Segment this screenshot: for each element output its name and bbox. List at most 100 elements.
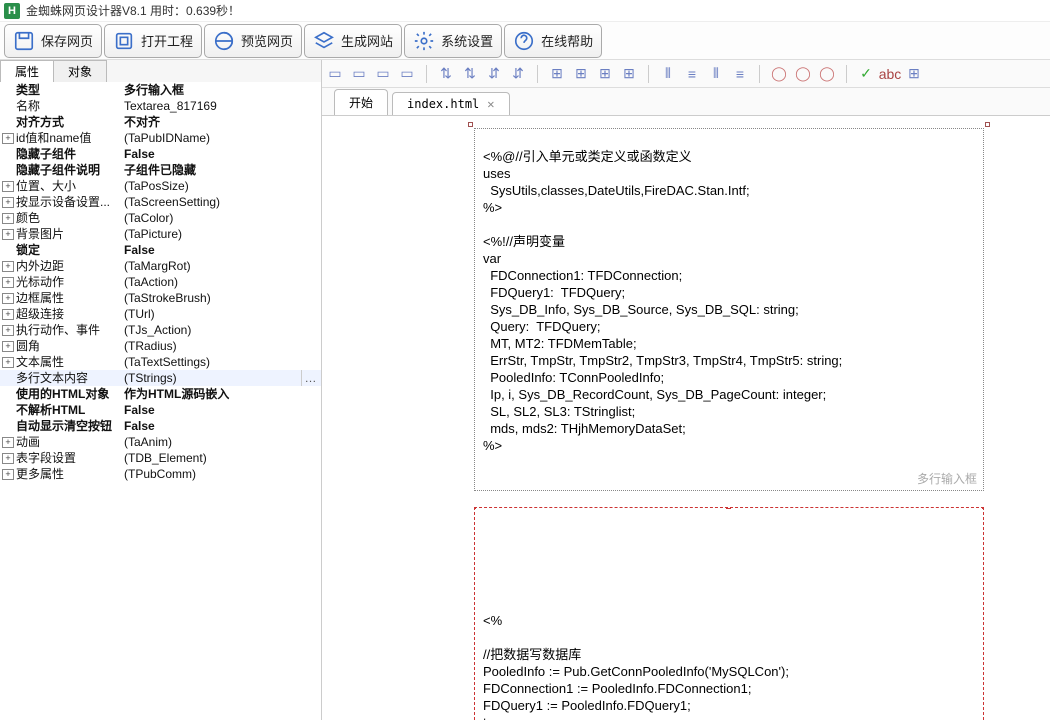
expand-icon[interactable]: + bbox=[2, 453, 14, 464]
tool-icon[interactable]: ◯ bbox=[794, 65, 812, 83]
expand-icon[interactable]: + bbox=[2, 357, 14, 368]
tool-icon[interactable]: ⊞ bbox=[548, 65, 566, 83]
property-value[interactable]: 作为HTML源码嵌入 bbox=[124, 386, 319, 402]
property-row[interactable]: +背景图片(TaPicture) bbox=[0, 226, 321, 242]
property-row[interactable]: +位置、大小(TaPosSize) bbox=[0, 178, 321, 194]
tab-objects[interactable]: 对象 bbox=[53, 60, 107, 82]
expand-icon[interactable]: + bbox=[2, 469, 14, 480]
tool-icon[interactable]: ◯ bbox=[770, 65, 788, 83]
property-row[interactable]: 名称Textarea_817169 bbox=[0, 98, 321, 114]
property-value[interactable]: (TaPosSize) bbox=[124, 178, 319, 194]
settings-button[interactable]: 系统设置 bbox=[404, 24, 502, 58]
expand-icon[interactable]: + bbox=[2, 293, 14, 304]
design-canvas[interactable]: <%@//引入单元或类定义或函数定义 uses SysUtils,classes… bbox=[322, 116, 1050, 720]
expand-icon[interactable]: + bbox=[2, 341, 14, 352]
resize-handle[interactable] bbox=[468, 122, 473, 127]
property-row[interactable]: +内外边距(TaMargRot) bbox=[0, 258, 321, 274]
property-value[interactable]: Textarea_817169 bbox=[124, 98, 319, 114]
property-row[interactable]: 对齐方式不对齐 bbox=[0, 114, 321, 130]
resize-handle[interactable] bbox=[985, 122, 990, 127]
expand-icon[interactable]: + bbox=[2, 197, 14, 208]
tool-icon[interactable]: ⊞ bbox=[620, 65, 638, 83]
property-grid[interactable]: 类型多行输入框名称Textarea_817169对齐方式不对齐+id值和name… bbox=[0, 82, 321, 720]
property-value[interactable]: False bbox=[124, 242, 319, 258]
close-icon[interactable]: ✕ bbox=[487, 97, 494, 111]
property-row[interactable]: +超级连接(TUrl) bbox=[0, 306, 321, 322]
tool-icon[interactable]: ⊞ bbox=[572, 65, 590, 83]
property-value[interactable]: 子组件已隐藏 bbox=[124, 162, 319, 178]
expand-icon[interactable]: + bbox=[2, 325, 14, 336]
property-value[interactable]: (TaPubIDName) bbox=[124, 130, 319, 146]
property-row[interactable]: +表字段设置(TDB_Element) bbox=[0, 450, 321, 466]
tool-icon[interactable]: ⇵ bbox=[485, 65, 503, 83]
property-row[interactable]: +执行动作、事件(TJs_Action) bbox=[0, 322, 321, 338]
tool-icon[interactable]: ⊞ bbox=[905, 65, 923, 83]
property-value[interactable]: 多行输入框 bbox=[124, 82, 319, 98]
property-row[interactable]: 隐藏子组件说明子组件已隐藏 bbox=[0, 162, 321, 178]
property-value[interactable]: (TPubComm) bbox=[124, 466, 319, 482]
property-row[interactable]: +id值和name值(TaPubIDName) bbox=[0, 130, 321, 146]
property-row[interactable]: 使用的HTML对象作为HTML源码嵌入 bbox=[0, 386, 321, 402]
property-value[interactable]: (TaAction) bbox=[124, 274, 319, 290]
property-value[interactable]: (TRadius) bbox=[124, 338, 319, 354]
property-value[interactable]: (TaScreenSetting) bbox=[124, 194, 319, 210]
property-value[interactable]: (TJs_Action) bbox=[124, 322, 319, 338]
save-page-button[interactable]: 保存网页 bbox=[4, 24, 102, 58]
open-project-button[interactable]: 打开工程 bbox=[104, 24, 202, 58]
resize-handle[interactable] bbox=[474, 507, 476, 509]
property-row[interactable]: +更多属性(TPubComm) bbox=[0, 466, 321, 482]
expand-icon[interactable]: + bbox=[2, 309, 14, 320]
property-value[interactable]: False bbox=[124, 418, 319, 434]
expand-icon[interactable]: + bbox=[2, 133, 14, 144]
property-value[interactable]: (TaColor) bbox=[124, 210, 319, 226]
textarea-component[interactable]: <%@//引入单元或类定义或函数定义 uses SysUtils,classes… bbox=[474, 128, 984, 491]
build-site-button[interactable]: 生成网站 bbox=[304, 24, 402, 58]
tool-icon[interactable]: ◯ bbox=[818, 65, 836, 83]
tool-icon[interactable]: ⇵ bbox=[509, 65, 527, 83]
property-row[interactable]: +按显示设备设置...(TaScreenSetting) bbox=[0, 194, 321, 210]
tool-icon[interactable]: ⫴ bbox=[659, 65, 677, 83]
expand-icon[interactable]: + bbox=[2, 261, 14, 272]
property-row[interactable]: 隐藏子组件False bbox=[0, 146, 321, 162]
tool-icon[interactable]: ▭ bbox=[374, 65, 392, 83]
property-row[interactable]: 多行文本内容(TStrings)… bbox=[0, 370, 321, 386]
tool-icon[interactable]: ▭ bbox=[398, 65, 416, 83]
tool-icon[interactable]: ⫴ bbox=[707, 65, 725, 83]
property-row[interactable]: +边框属性(TaStrokeBrush) bbox=[0, 290, 321, 306]
property-value[interactable]: (TDB_Element) bbox=[124, 450, 319, 466]
textarea-component-selected[interactable]: <% //把数据写数据库 PooledInfo := Pub.GetConnPo… bbox=[474, 507, 984, 720]
property-value[interactable]: False bbox=[124, 146, 319, 162]
property-row[interactable]: 自动显示清空按钮False bbox=[0, 418, 321, 434]
expand-icon[interactable]: + bbox=[2, 277, 14, 288]
tool-icon[interactable]: ≡ bbox=[731, 65, 749, 83]
property-value[interactable]: (TStrings) bbox=[124, 370, 301, 386]
expand-icon[interactable]: + bbox=[2, 229, 14, 240]
property-row[interactable]: +颜色(TaColor) bbox=[0, 210, 321, 226]
ellipsis-button[interactable]: … bbox=[301, 370, 319, 386]
tool-icon[interactable]: ⇅ bbox=[437, 65, 455, 83]
property-row[interactable]: +动画(TaAnim) bbox=[0, 434, 321, 450]
resize-handle[interactable] bbox=[982, 507, 984, 509]
resize-handle[interactable] bbox=[726, 507, 731, 509]
tool-icon[interactable]: ▭ bbox=[350, 65, 368, 83]
property-row[interactable]: +文本属性(TaTextSettings) bbox=[0, 354, 321, 370]
tool-icon[interactable]: abc bbox=[881, 65, 899, 83]
property-row[interactable]: +圆角(TRadius) bbox=[0, 338, 321, 354]
tab-start[interactable]: 开始 bbox=[334, 89, 388, 115]
tool-icon[interactable]: ✓ bbox=[857, 65, 875, 83]
expand-icon[interactable]: + bbox=[2, 181, 14, 192]
property-row[interactable]: 类型多行输入框 bbox=[0, 82, 321, 98]
tab-attributes[interactable]: 属性 bbox=[0, 60, 54, 82]
property-value[interactable]: (TaPicture) bbox=[124, 226, 319, 242]
expand-icon[interactable]: + bbox=[2, 437, 14, 448]
property-value[interactable]: (TUrl) bbox=[124, 306, 319, 322]
property-value[interactable]: (TaMargRot) bbox=[124, 258, 319, 274]
help-button[interactable]: 在线帮助 bbox=[504, 24, 602, 58]
preview-page-button[interactable]: 预览网页 bbox=[204, 24, 302, 58]
expand-icon[interactable]: + bbox=[2, 213, 14, 224]
tool-icon[interactable]: ≡ bbox=[683, 65, 701, 83]
tool-icon[interactable]: ⇅ bbox=[461, 65, 479, 83]
property-row[interactable]: 锁定False bbox=[0, 242, 321, 258]
tab-index-html[interactable]: index.html ✕ bbox=[392, 92, 509, 115]
property-value[interactable]: False bbox=[124, 402, 319, 418]
